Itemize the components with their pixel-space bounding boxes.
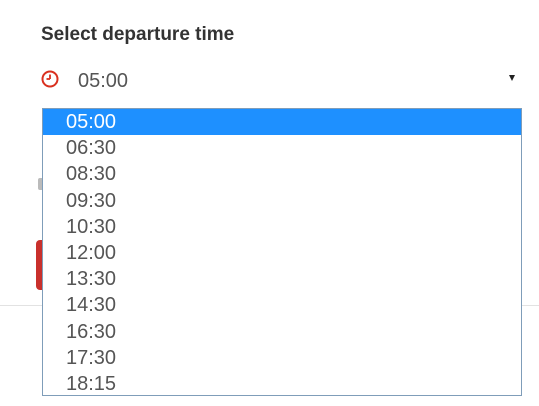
option-1030[interactable]: 10:30 (43, 214, 521, 240)
option-1430[interactable]: 14:30 (43, 292, 521, 318)
departure-time-page: Select departure time 05:00 05:00 06:30 … (0, 0, 539, 406)
departure-time-select[interactable]: 05:00 (40, 66, 524, 96)
option-1815[interactable]: 18:15 (43, 371, 521, 395)
caret-down-icon[interactable] (509, 75, 515, 81)
page-title: Select departure time (41, 24, 235, 45)
option-0630[interactable]: 06:30 (43, 135, 521, 161)
time-options-dropdown[interactable]: 05:00 06:30 08:30 09:30 10:30 12:00 13:3… (42, 108, 522, 396)
option-0930[interactable]: 09:30 (43, 188, 521, 214)
clock-icon (41, 70, 59, 88)
option-1200[interactable]: 12:00 (43, 240, 521, 266)
option-1630[interactable]: 16:30 (43, 319, 521, 345)
option-1330[interactable]: 13:30 (43, 266, 521, 292)
selected-time-value: 05:00 (78, 70, 129, 92)
option-0830[interactable]: 08:30 (43, 161, 521, 187)
option-1730[interactable]: 17:30 (43, 345, 521, 371)
option-0500[interactable]: 05:00 (43, 109, 521, 136)
